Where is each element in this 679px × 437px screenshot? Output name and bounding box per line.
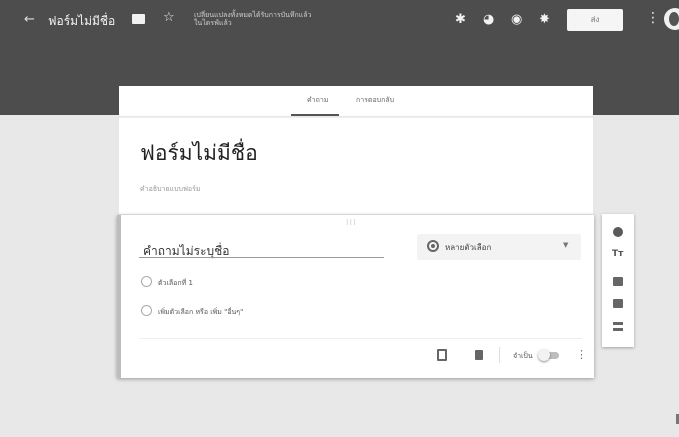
question-more-icon[interactable]: ⋮ [576, 348, 587, 361]
duplicate-icon[interactable] [437, 349, 447, 361]
tab-questions[interactable]: คำถาม [307, 95, 328, 106]
form-description[interactable]: คำอธิบายแบบฟอร์ม [140, 184, 201, 195]
settings-gear-icon[interactable]: ✸ [539, 12, 550, 27]
radio-button-icon [427, 240, 439, 252]
option-1-input[interactable]: ตัวเลือกที่ 1 [158, 278, 193, 289]
add-title-icon[interactable]: Tт [612, 249, 623, 259]
required-toggle-knob[interactable] [538, 349, 550, 361]
question-focus-bar [117, 215, 121, 378]
add-option-input[interactable]: เพิ่มตัวเลือก หรือ เพิ่ม "อื่นๆ" [158, 307, 243, 318]
save-status: เปลี่ยนแปลงทั้งหมดได้รับการบันทึกแล้ว ใน… [194, 11, 344, 27]
customize-theme-icon[interactable]: ✱ [455, 12, 466, 27]
option-radio-icon [141, 276, 152, 287]
folder-icon[interactable] [132, 14, 145, 24]
trash-icon[interactable] [475, 350, 483, 360]
question-title-underline [139, 257, 384, 258]
required-label: จำเป็น [513, 352, 533, 360]
drag-handle-icon[interactable]: ⁝⁝⁝ [346, 218, 357, 227]
header-row: ← ฟอร์มไม่มีชื่อ ☆ เปลี่ยนแปลงทั้งหมดได้… [0, 0, 679, 40]
preview-eye-icon[interactable]: ◉ [511, 12, 522, 27]
question-title-input[interactable]: คำถามไม่ระบุชื่อ [143, 242, 229, 261]
question-type-label: หลายตัวเลือก [445, 243, 492, 252]
chevron-down-icon: ▼ [563, 241, 569, 249]
palette-icon[interactable]: ◕ [483, 12, 494, 27]
save-status-line1: เปลี่ยนแปลงทั้งหมดได้รับการบันทึกแล้ว [194, 11, 312, 19]
more-vert-icon[interactable]: ⋮ [646, 10, 660, 26]
add-option-radio-icon [141, 305, 152, 316]
avatar-silhouette [669, 12, 679, 26]
save-status-line2: ในไดรฟ์แล้ว [194, 19, 232, 27]
tab-responses[interactable]: การตอบกลับ [356, 95, 394, 106]
star-icon[interactable]: ☆ [163, 10, 175, 25]
tabs-bar: คำถาม การตอบกลับ [119, 86, 593, 116]
add-video-icon[interactable] [613, 299, 623, 308]
active-tab-indicator [291, 114, 339, 116]
doc-title[interactable]: ฟอร์มไม่มีชื่อ [48, 12, 115, 31]
back-arrow-icon[interactable]: ← [24, 12, 35, 27]
question-footer-divider [139, 338, 582, 339]
add-question-icon[interactable] [613, 227, 623, 237]
form-title[interactable]: ฟอร์มไม่มีชื่อ [140, 137, 258, 170]
question-type-dropdown[interactable] [417, 234, 581, 260]
footer-separator [499, 347, 500, 363]
add-section-icon[interactable] [613, 322, 623, 331]
send-button[interactable]: ส่ง [567, 9, 623, 31]
add-image-icon[interactable] [613, 277, 623, 286]
